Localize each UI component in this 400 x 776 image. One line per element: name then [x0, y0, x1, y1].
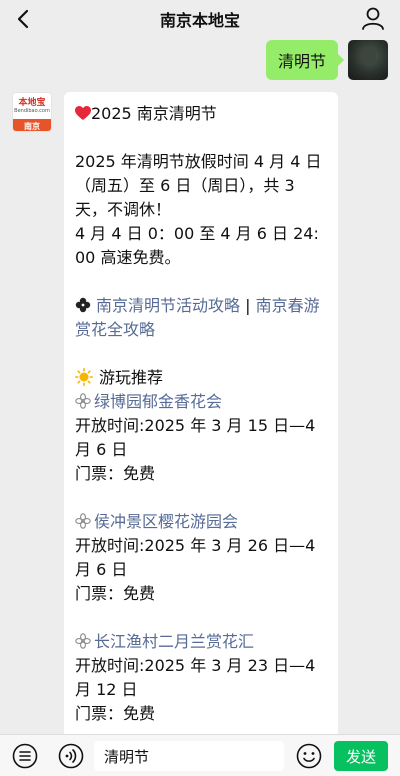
event-link[interactable]: 长江渔村二月兰赏花汇 — [94, 632, 254, 651]
bot-logo: 本地宝 Bendibao.com — [13, 93, 51, 119]
event-name: 侯冲景区樱花游园会 — [75, 510, 327, 534]
event-time: 开放时间:2025 年 3 月 23 日—4 月 12 日 — [75, 656, 316, 699]
voice-icon[interactable] — [58, 743, 84, 769]
event-ticket: 门票：免费 — [75, 704, 156, 723]
bot-logo-url: Bendibao.com — [14, 108, 50, 114]
input-bar: 清明节 发送 — [0, 734, 400, 776]
event-link[interactable]: 侯冲景区樱花游园会 — [94, 512, 238, 531]
bot-logo-name: 本地宝 — [18, 98, 46, 108]
event-time: 开放时间:2025 年 3 月 15 日—4 月 6 日 — [75, 416, 316, 459]
outgoing-message-text: 清明节 — [277, 52, 326, 71]
emoji-icon[interactable] — [296, 743, 322, 769]
toll-text: 4 月 4 日 0：00 至 4 月 6 日 24:00 高速免费。 — [75, 224, 319, 267]
flower-icon — [75, 633, 91, 649]
profile-icon[interactable] — [360, 5, 386, 31]
event-ticket: 门票：免费 — [75, 584, 156, 603]
menu-list-icon[interactable] — [12, 743, 38, 769]
clover-icon — [75, 297, 91, 313]
message-input-value: 清明节 — [104, 747, 150, 766]
bot-avatar[interactable]: 本地宝 Bendibao.com 南京 — [12, 92, 52, 132]
incoming-message-bubble[interactable]: 2025 南京清明节 2025 年清明节放假时间 4 月 4 日（周五）至 6 … — [64, 92, 338, 752]
send-button[interactable]: 发送 — [334, 741, 388, 771]
back-icon[interactable] — [12, 7, 34, 31]
sun-icon — [75, 368, 93, 386]
event-time: 开放时间:2025 年 3 月 26 日—4 月 6 日 — [75, 536, 316, 579]
chat-title: 南京本地宝 — [159, 11, 240, 30]
message-input[interactable]: 清明节 — [94, 741, 284, 771]
event-link[interactable]: 绿博园郁金香花会 — [94, 392, 222, 411]
event-name: 绿博园郁金香花会 — [75, 390, 327, 414]
user-avatar[interactable] — [348, 40, 388, 80]
flower-icon — [75, 513, 91, 529]
outgoing-message-bubble[interactable]: 清明节 — [265, 40, 345, 80]
message-heading: 2025 南京清明节 — [75, 102, 327, 126]
recommend-title-text: 游玩推荐 — [99, 368, 164, 387]
recommend-title: 游玩推荐 — [75, 366, 327, 390]
holiday-text: 2025 年清明节放假时间 4 月 4 日（周五）至 6 日（周日），共 3 天… — [75, 152, 322, 219]
event-name: 长江渔村二月兰赏花汇 — [75, 630, 327, 654]
bot-logo-city: 南京 — [13, 119, 51, 131]
guide-links: 南京清明节活动攻略 | 南京春游赏花全攻略 — [75, 294, 327, 342]
link-activity-guide[interactable]: 南京清明节活动攻略 — [96, 296, 240, 315]
flower-icon — [75, 393, 91, 409]
outgoing-message-row: 清明节 — [265, 40, 388, 80]
heart-icon — [75, 106, 91, 120]
event-ticket: 门票：免费 — [75, 464, 156, 483]
message-heading-text: 2025 南京清明节 — [91, 104, 217, 123]
top-bar: 南京本地宝 — [0, 0, 400, 38]
link-separator: | — [240, 296, 256, 315]
